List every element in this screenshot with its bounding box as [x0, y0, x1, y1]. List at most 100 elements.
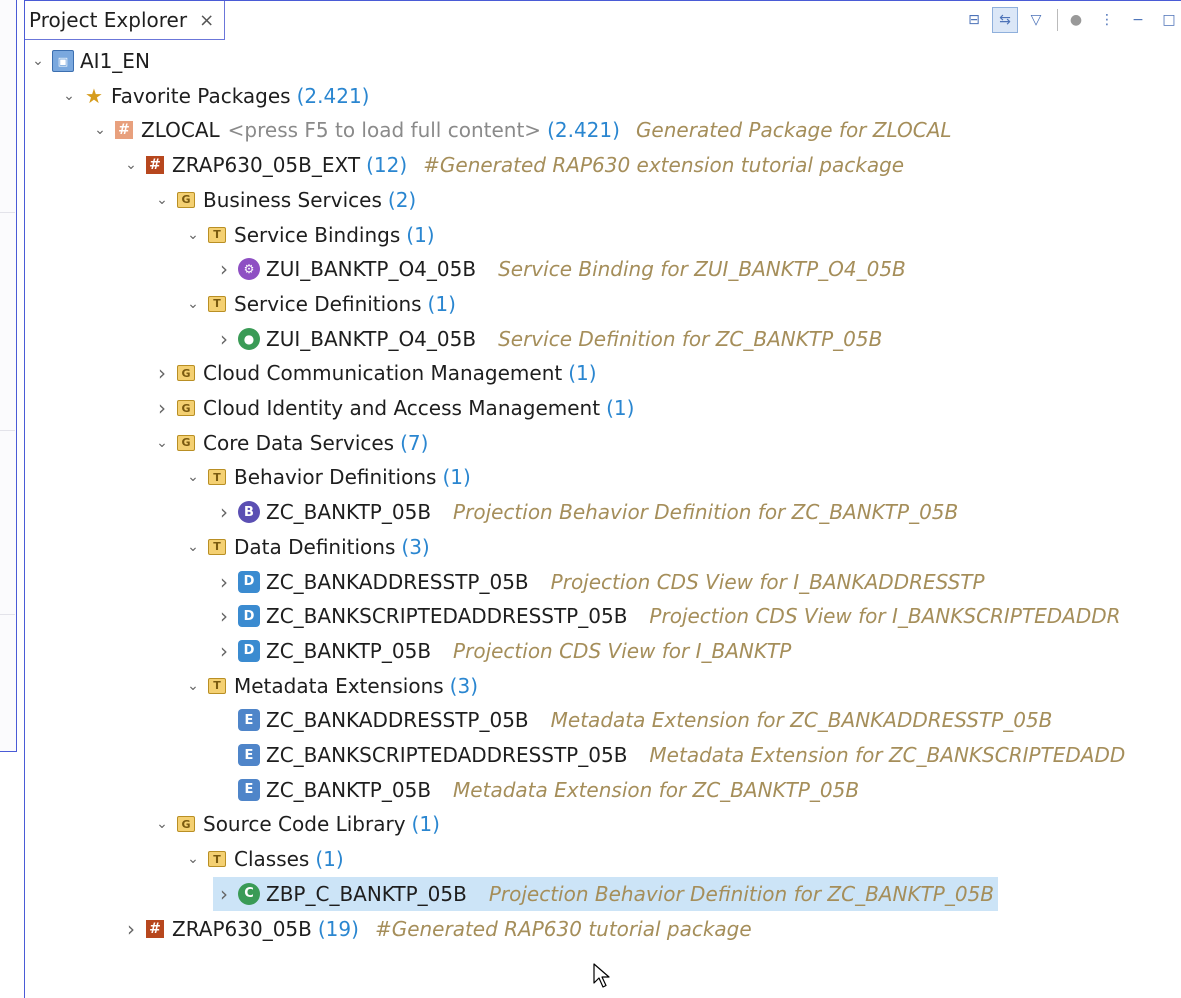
svcb-icon: ⚙: [238, 258, 260, 281]
type-icon: T: [208, 851, 226, 868]
tree-item[interactable]: ⌄ T Metadata Extensions (3): [182, 669, 478, 703]
tree-item[interactable]: › D ZC_BANKTP_05B Projection CDS View for I…: [213, 634, 791, 668]
collapse-chevron-icon[interactable]: ⌄: [151, 816, 173, 832]
filter-icon[interactable]: ▽: [1023, 7, 1049, 33]
item-description: Projection CDS View for I_BANKADDRESSTP: [550, 569, 985, 594]
tree-item[interactable]: ⌄ T Classes (1): [182, 842, 344, 876]
tree-item[interactable]: › ⚙ ZUI_BANKTP_O4_05B Service Binding for Z…: [213, 252, 906, 286]
tree-item[interactable]: › D ZC_BANKSCRIPTEDADDRESSTP_05B Projection…: [213, 599, 1121, 633]
collapse-chevron-icon[interactable]: ⌄: [89, 122, 111, 138]
tree-item[interactable]: › ● ZUI_BANKTP_O4_05B Service Definition fo…: [213, 322, 882, 356]
collapse-chevron-icon[interactable]: ⌄: [27, 53, 49, 69]
tree-item-label: ZUI_BANKTP_O4_05B: [266, 326, 477, 351]
tree-item-label: Favorite Packages: [111, 83, 291, 108]
tree-item[interactable]: ⌄ # ZLOCAL <press F5 to load full content>(…: [89, 113, 952, 147]
tree-item[interactable]: ⌄ G Core Data Services (7): [151, 426, 428, 460]
expand-chevron-icon[interactable]: ›: [213, 327, 235, 351]
item-description: Projection CDS View for I_BANKTP: [453, 638, 792, 663]
collapse-chevron-icon[interactable]: ⌄: [182, 227, 204, 243]
tree-item-label: ZC_BANKADDRESSTP_05B: [266, 708, 529, 733]
expand-chevron-icon[interactable]: ›: [120, 917, 142, 941]
view-toolbar: ⊟ ⇆ ▽ ● ⋮ − □: [956, 5, 1181, 35]
tree-item[interactable]: E ZC_BANKTP_05B Metadata Extension for ZC_…: [213, 773, 859, 807]
tree-item[interactable]: ⌄ T Service Bindings (1): [182, 218, 435, 252]
collapse-chevron-icon[interactable]: ⌄: [182, 539, 204, 555]
collapse-chevron-icon[interactable]: ⌄: [151, 435, 173, 451]
tree-item-label: ZC_BANKADDRESSTP_05B: [266, 569, 529, 594]
maximize-icon[interactable]: □: [1156, 7, 1181, 33]
tree-item[interactable]: ⌄ G Business Services (2): [151, 183, 416, 217]
type-icon: T: [208, 677, 226, 694]
pkg-icon: #: [146, 156, 164, 175]
adjacent-panel-edge: [0, 0, 17, 752]
tree-item[interactable]: › G Cloud Communication Management (1): [151, 356, 597, 390]
tree-item[interactable]: ⌄ T Data Definitions (3): [182, 530, 430, 564]
tree-item[interactable]: ⌄ T Behavior Definitions (1): [182, 460, 471, 494]
type-icon: T: [208, 226, 226, 243]
item-count: (1): [606, 396, 635, 420]
collapse-chevron-icon[interactable]: ⌄: [120, 157, 142, 173]
tab-project-explorer[interactable]: Project Explorer ×: [25, 1, 226, 40]
bdef-icon: B: [238, 501, 260, 524]
collapse-chevron-icon[interactable]: ⌄: [182, 851, 204, 867]
minimize-icon[interactable]: −: [1125, 7, 1151, 33]
collapse-all-icon[interactable]: ⊟: [961, 7, 987, 33]
tree-item-label: Behavior Definitions: [234, 465, 437, 490]
tree-item[interactable]: › C ZBP_C_BANKTP_05B Projection Behavior De…: [213, 876, 999, 911]
expand-chevron-icon[interactable]: ›: [213, 570, 235, 594]
item-count: (19): [317, 916, 359, 941]
folder-icon: G: [177, 191, 195, 208]
item-count: (1): [411, 812, 440, 837]
tree-item[interactable]: ⌄ ▣ AI1_EN: [27, 44, 150, 78]
item-count: (1): [568, 361, 597, 386]
project-icon: ▣: [52, 50, 74, 72]
close-icon[interactable]: ×: [199, 10, 214, 31]
item-count: (1): [315, 847, 344, 872]
tree-item[interactable]: › # ZRAP630_05B (19) #Generated RAP630 tutor…: [120, 912, 752, 946]
item-description: Generated Package for ZLOCAL: [635, 118, 952, 143]
collapse-chevron-icon[interactable]: ⌄: [182, 469, 204, 485]
tree-item[interactable]: E ZC_BANKADDRESSTP_05B Metadata Extension …: [213, 703, 1052, 737]
tree-item-label: ZC_BANKTP_05B: [266, 638, 432, 663]
tree-item[interactable]: ⌄ # ZRAP630_05B_EXT (12) #Generated RAP630 e…: [120, 148, 904, 182]
view-menu-icon[interactable]: ⋮: [1094, 7, 1120, 33]
tree-item-label: ZRAP630_05B_EXT: [172, 153, 361, 178]
tree-item[interactable]: ⌄ G Source Code Library (1): [151, 807, 440, 841]
tree-item-label: ZRAP630_05B: [172, 916, 312, 941]
tree-item-label: Cloud Identity and Access Management: [203, 396, 601, 420]
item-description: Metadata Extension for ZC_BANKADDRESSTP_…: [550, 708, 1053, 733]
expand-chevron-icon[interactable]: ›: [213, 639, 235, 663]
expand-chevron-icon[interactable]: ›: [151, 396, 173, 420]
collapse-chevron-icon[interactable]: ⌄: [182, 678, 204, 694]
tree-item[interactable]: › D ZC_BANKADDRESSTP_05B Projection CDS Vie…: [213, 565, 985, 599]
link-with-editor-icon[interactable]: ⇆: [992, 7, 1018, 33]
tree-item-label: ZLOCAL: [141, 118, 220, 143]
tree-item[interactable]: › G Cloud Identity and Access Management (1…: [151, 391, 634, 425]
collapse-chevron-icon[interactable]: ⌄: [151, 192, 173, 208]
collapse-chevron-icon[interactable]: ⌄: [58, 88, 80, 104]
expand-chevron-icon[interactable]: ›: [213, 257, 235, 281]
item-description: #Generated RAP630 extension tutorial pac…: [423, 153, 905, 178]
tree-item-label: Service Bindings: [234, 222, 401, 247]
expand-chevron-icon[interactable]: ›: [151, 361, 173, 385]
collapse-chevron-icon[interactable]: ⌄: [182, 296, 204, 312]
expand-chevron-icon[interactable]: ›: [213, 500, 235, 524]
tree-item[interactable]: ⌄ ★ Favorite Packages (2.421): [58, 79, 369, 113]
type-icon: T: [208, 295, 226, 312]
expand-chevron-icon[interactable]: ›: [213, 882, 235, 906]
focus-icon[interactable]: ●: [1063, 7, 1089, 33]
tree-item[interactable]: E ZC_BANKSCRIPTEDADDRESSTP_05B Metadata Ex…: [213, 738, 1125, 772]
tree-item-label: AI1_EN: [80, 49, 150, 73]
folder-icon: G: [177, 365, 195, 382]
item-description: Metadata Extension for ZC_BANKSCRIPTEDAD…: [649, 743, 1126, 767]
item-count: (1): [442, 465, 471, 490]
item-count: (7): [400, 430, 429, 455]
tree-item[interactable]: ⌄ T Service Definitions (1): [182, 287, 456, 321]
item-count: (2): [387, 187, 417, 212]
mouse-pointer-icon: [593, 963, 610, 988]
item-description: Projection Behavior Definition for ZC_BA…: [488, 881, 995, 906]
tree-item-label: ZC_BANKSCRIPTEDADDRESSTP_05B: [266, 604, 628, 629]
tree-item[interactable]: › B ZC_BANKTP_05B Projection Behavior Defin…: [213, 495, 958, 529]
ddef-icon: D: [238, 639, 260, 662]
expand-chevron-icon[interactable]: ›: [213, 604, 235, 628]
